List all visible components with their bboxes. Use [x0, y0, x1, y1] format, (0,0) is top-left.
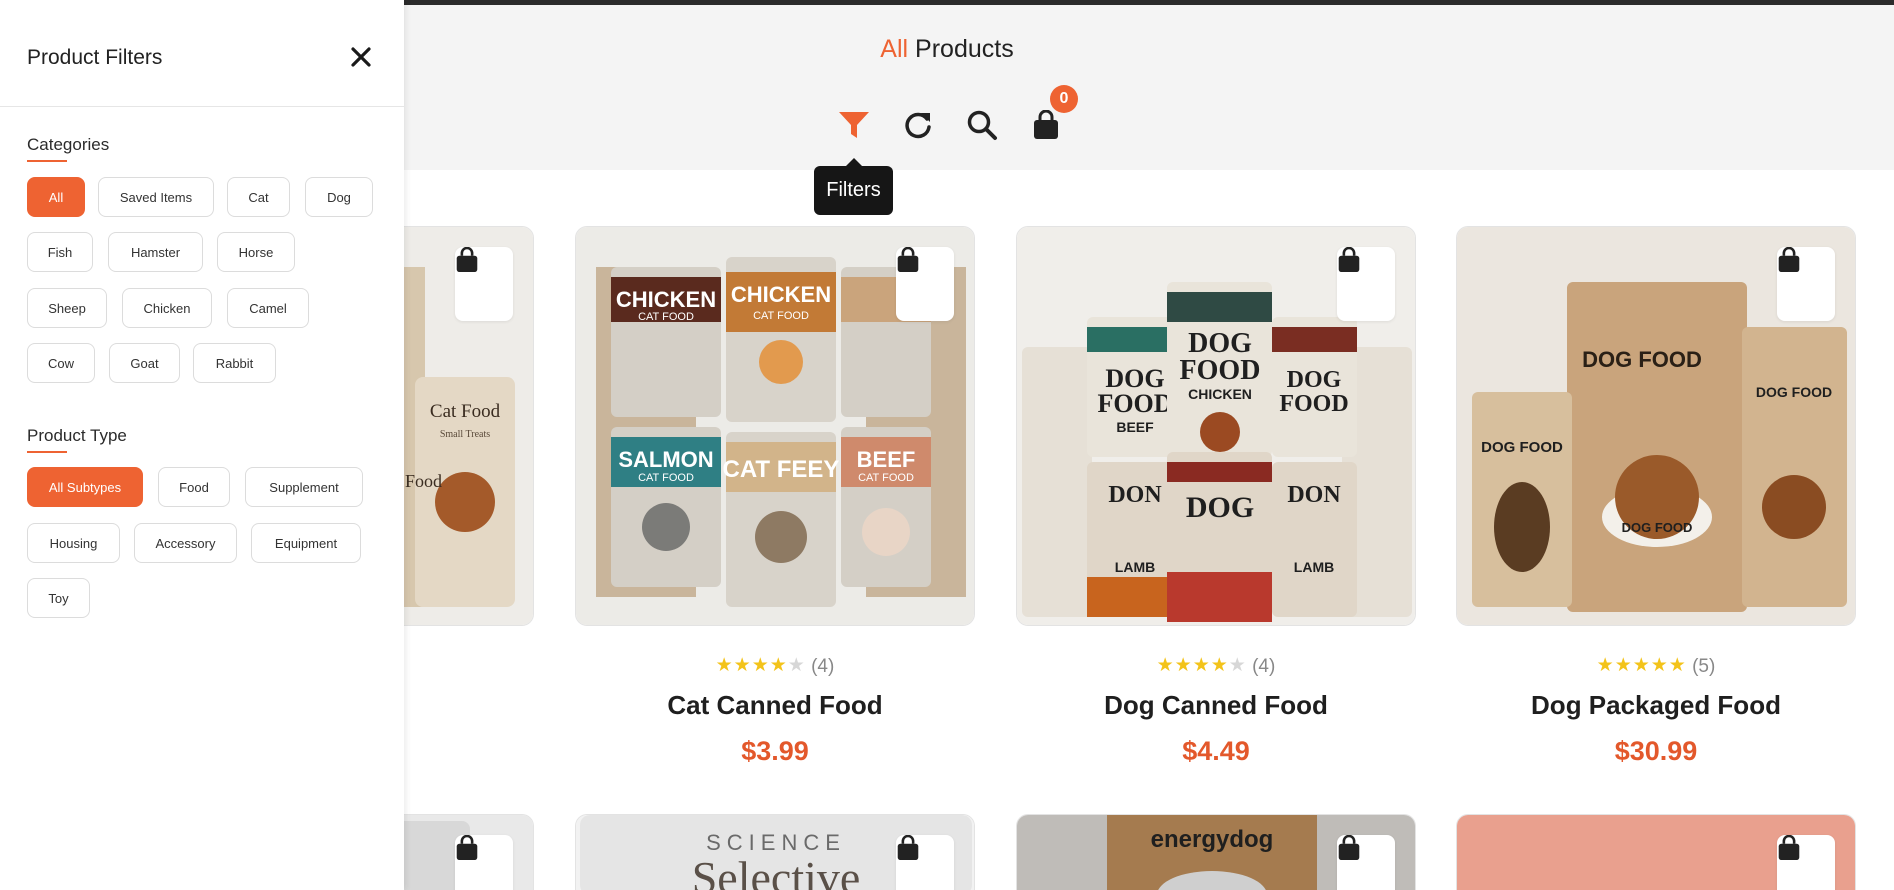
type-chip-equipment[interactable]: Equipment [251, 523, 361, 563]
type-chip-all-subtypes[interactable]: All Subtypes [27, 467, 143, 507]
category-chip-fish[interactable]: Fish [27, 232, 93, 272]
shopping-bag-icon [1778, 247, 1800, 272]
can-label: DOG [1287, 367, 1342, 393]
can-label: FOOD [1180, 355, 1261, 386]
bowl-label: DOG FOOD [1622, 520, 1693, 535]
review-count: (5) [1692, 656, 1716, 677]
can-sublabel: CAT FOOD [753, 310, 809, 322]
product-filters-panel: Product Filters Categories All Saved Ite… [0, 0, 404, 890]
pack-sublabel: Small Treats [440, 429, 490, 440]
category-chip-goat[interactable]: Goat [109, 343, 180, 383]
product-card[interactable]: DOG FOOD BEEF DOG FOOD CHICKEN DOG FOOD … [1016, 226, 1416, 766]
product-name[interactable]: Dog Canned Food [1016, 690, 1416, 721]
pack-label: Selective [692, 852, 861, 890]
product-image[interactable] [1456, 814, 1856, 890]
panel-title: Product Filters [27, 46, 163, 69]
close-panel-button[interactable] [348, 44, 374, 70]
rating-stars: ★★★★★ [1156, 655, 1247, 676]
product-rating: ★★★★★ (4) [575, 654, 975, 678]
can-label: FOOD [1279, 391, 1348, 417]
pack-label-2: Food [405, 471, 442, 491]
product-rating: ★★★★★ (4) [1016, 654, 1416, 678]
can-sublabel: LAMB [1115, 559, 1155, 575]
product-image[interactable]: DOG FOOD BEEF DOG FOOD CHICKEN DOG FOOD … [1016, 226, 1416, 626]
product-card[interactable]: DOG FOOD DOG FOOD DOG FOOD DOG FOOD ★★★★… [1456, 226, 1856, 766]
product-image[interactable]: CHICKEN CAT FOOD CHICKEN CAT FOOD SALMON… [575, 226, 975, 626]
product-card[interactable]: SCIENCE Selective [575, 814, 975, 890]
add-to-cart-button[interactable] [455, 247, 513, 321]
rating-stars: ★★★★★ [715, 655, 806, 676]
product-card[interactable]: energydog [1016, 814, 1416, 890]
category-chip-cow[interactable]: Cow [27, 343, 95, 383]
product-rating: ★★★★★ (5) [1456, 654, 1856, 678]
product-card[interactable] [1456, 814, 1856, 890]
product-card[interactable]: CHICKEN CAT FOOD CHICKEN CAT FOOD SALMON… [575, 226, 975, 766]
can-sublabel: CAT FOOD [858, 472, 914, 484]
can-label: DOG [1186, 491, 1254, 524]
category-chip-horse[interactable]: Horse [217, 232, 295, 272]
category-chip-camel[interactable]: Camel [227, 288, 309, 328]
product-name[interactable]: Cat Canned Food [575, 690, 975, 721]
category-chip-all[interactable]: All [27, 177, 85, 217]
product-type-title: Product Type [27, 426, 127, 453]
can-label: DON [1108, 482, 1162, 508]
product-name[interactable]: Dog Packaged Food [1456, 690, 1856, 721]
can-label: CHICKEN [616, 287, 716, 312]
pack-label: Cat Food [430, 401, 501, 422]
can-sublabel: BEEF [1116, 419, 1154, 435]
type-chip-housing[interactable]: Housing [27, 523, 120, 563]
shopping-bag-icon [897, 247, 919, 272]
add-to-cart-button[interactable] [896, 247, 954, 321]
product-price: $3.99 [741, 736, 809, 766]
shopping-bag-icon [1778, 835, 1800, 860]
shopping-bag-icon [456, 247, 478, 272]
type-chip-supplement[interactable]: Supplement [245, 467, 363, 507]
add-to-cart-button[interactable] [896, 835, 954, 890]
product-price: $4.49 [1182, 736, 1250, 766]
category-chip-hamster[interactable]: Hamster [108, 232, 203, 272]
can-label: SALMON [618, 447, 713, 472]
can-sublabel: LAMB [1294, 559, 1334, 575]
bag-label: DOG FOOD [1481, 439, 1563, 456]
type-chip-accessory[interactable]: Accessory [134, 523, 237, 563]
can-label: CHICKEN [731, 282, 831, 307]
shopping-bag-icon [1338, 247, 1360, 272]
category-chip-chicken[interactable]: Chicken [122, 288, 212, 328]
can-label: FOOD [1097, 389, 1172, 418]
bag-label: DOG FOOD [1756, 384, 1832, 400]
product-image[interactable]: DOG FOOD DOG FOOD DOG FOOD DOG FOOD [1456, 226, 1856, 626]
rating-stars: ★★★★★ [1596, 655, 1687, 676]
panel-header: Product Filters [0, 0, 404, 107]
can-label: DON [1287, 482, 1341, 508]
category-chip-sheep[interactable]: Sheep [27, 288, 107, 328]
add-to-cart-button[interactable] [1337, 247, 1395, 321]
bag-label: DOG FOOD [1582, 347, 1702, 372]
product-price: $30.99 [1614, 736, 1698, 766]
product-image[interactable]: SCIENCE Selective [575, 814, 975, 890]
product-image[interactable]: energydog [1016, 814, 1416, 890]
type-chip-food[interactable]: Food [158, 467, 230, 507]
review-count: (4) [811, 656, 835, 677]
add-to-cart-button[interactable] [455, 835, 513, 890]
add-to-cart-button[interactable] [1777, 835, 1835, 890]
review-count: (4) [1252, 656, 1276, 677]
add-to-cart-button[interactable] [1337, 835, 1395, 890]
category-chip-rabbit[interactable]: Rabbit [193, 343, 276, 383]
pack-label: energydog [1151, 826, 1274, 853]
shopping-bag-icon [897, 835, 919, 860]
shopping-bag-icon [456, 835, 478, 860]
can-label: CAT FEEY [723, 456, 840, 483]
close-icon [351, 47, 371, 67]
can-sublabel: CHICKEN [1188, 386, 1252, 402]
can-sublabel: CAT FOOD [638, 472, 694, 484]
category-chip-cat[interactable]: Cat [227, 177, 290, 217]
can-label: BEEF [857, 447, 916, 472]
add-to-cart-button[interactable] [1777, 247, 1835, 321]
can-sublabel: CAT FOOD [638, 311, 694, 323]
categories-title: Categories [27, 135, 110, 162]
category-chip-dog[interactable]: Dog [305, 177, 373, 217]
shopping-bag-icon [1338, 835, 1360, 860]
category-chip-saved-items[interactable]: Saved Items [98, 177, 214, 217]
type-chip-toy[interactable]: Toy [27, 578, 90, 618]
